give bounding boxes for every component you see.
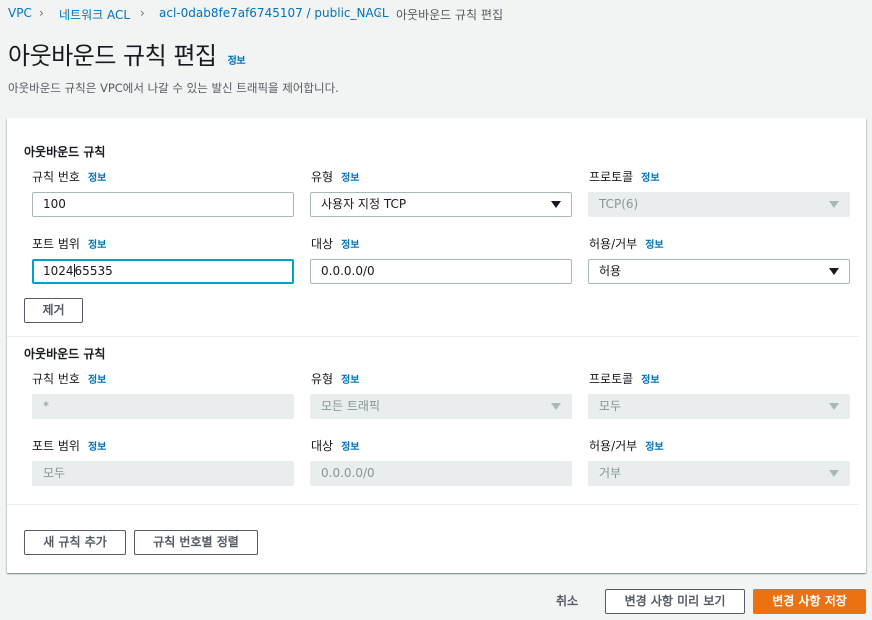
label-text: 유형: [311, 170, 334, 184]
port-range-label: 포트 범위 정보: [32, 437, 106, 454]
divider: [7, 504, 859, 505]
allow-deny-select[interactable]: 허용: [588, 259, 850, 284]
allow-deny-select-value: 거부: [599, 466, 622, 480]
protocol-select: TCP(6): [588, 192, 850, 217]
chevron-right-icon: ›: [377, 6, 382, 20]
label-text: 프로토콜: [589, 372, 634, 386]
breadcrumb-network-acl[interactable]: 네트워크 ACL: [59, 6, 130, 23]
rule-number-input[interactable]: 100: [32, 192, 294, 217]
info-link[interactable]: 정보: [341, 240, 359, 251]
chevron-right-icon: ›: [140, 6, 145, 20]
destination-input[interactable]: 0.0.0.0/0: [310, 259, 572, 284]
breadcrumb-acl-id[interactable]: acl-0dab8fe7af6745107 / public_NACL: [159, 6, 389, 20]
port-range-input[interactable]: 102465535: [32, 259, 294, 284]
allow-deny-select: 거부: [588, 461, 850, 486]
info-link[interactable]: 정보: [88, 442, 106, 453]
label-text: 포트 범위: [32, 237, 80, 251]
page-title: 아웃바운드 규칙 편집 정보: [8, 36, 246, 71]
caret-down-icon: [551, 403, 561, 410]
protocol-label: 프로토콜 정보: [589, 168, 660, 185]
section-title: 아웃바운드 규칙: [24, 347, 106, 361]
info-link[interactable]: 정보: [645, 240, 663, 251]
protocol-select-value: TCP(6): [599, 197, 639, 211]
info-link[interactable]: 정보: [645, 442, 663, 453]
destination-label: 대상 정보: [311, 437, 360, 454]
type-select[interactable]: 사용자 지정 TCP: [310, 192, 572, 217]
caret-down-icon: [551, 201, 561, 208]
allow-deny-select-value: 허용: [599, 264, 622, 278]
info-link[interactable]: 정보: [341, 375, 359, 386]
save-changes-button[interactable]: 변경 사항 저장: [753, 589, 866, 614]
allow-deny-label: 허용/거부 정보: [589, 235, 664, 252]
preview-changes-button[interactable]: 변경 사항 미리 보기: [605, 589, 745, 614]
port-range-input: 모두: [32, 461, 294, 486]
label-text: 대상: [311, 237, 334, 251]
caret-down-icon: [829, 470, 839, 477]
info-link[interactable]: 정보: [341, 173, 359, 184]
label-text: 규칙 번호: [32, 170, 80, 184]
chevron-right-icon: ›: [39, 6, 44, 20]
caret-down-icon: [829, 201, 839, 208]
info-link[interactable]: 정보: [641, 173, 659, 184]
info-link[interactable]: 정보: [341, 442, 359, 453]
rule-number-label: 규칙 번호 정보: [32, 370, 106, 387]
type-select-value: 모든 트래픽: [321, 399, 381, 413]
info-link[interactable]: 정보: [88, 173, 106, 184]
rule-number-label: 규칙 번호 정보: [32, 168, 106, 185]
protocol-select-value: 모두: [599, 399, 622, 413]
label-text: 허용/거부: [589, 237, 638, 251]
breadcrumb-current: 아웃바운드 규칙 편집: [396, 8, 503, 22]
destination-input: 0.0.0.0/0: [310, 461, 572, 486]
port-range-text-start: 1024: [43, 264, 74, 278]
info-link[interactable]: 정보: [88, 240, 106, 251]
page-title-text: 아웃바운드 규칙 편집: [8, 42, 217, 70]
destination-label: 대상 정보: [311, 235, 360, 252]
sort-rules-button[interactable]: 규칙 번호별 정렬: [134, 530, 258, 555]
label-text: 유형: [311, 372, 334, 386]
port-range-label: 포트 범위 정보: [32, 235, 106, 252]
rule-number-input: *: [32, 394, 294, 419]
section-title: 아웃바운드 규칙: [24, 145, 106, 159]
port-range-text-end: 65535: [74, 264, 113, 278]
remove-button[interactable]: 제거: [24, 298, 83, 323]
page-description: 아웃바운드 규칙은 VPC에서 나갈 수 있는 발신 트래픽을 제어합니다.: [8, 81, 339, 95]
breadcrumb-vpc[interactable]: VPC: [8, 6, 32, 20]
protocol-select: 모두: [588, 394, 850, 419]
divider: [7, 336, 859, 337]
allow-deny-label: 허용/거부 정보: [589, 437, 664, 454]
label-text: 허용/거부: [589, 439, 638, 453]
label-text: 규칙 번호: [32, 372, 80, 386]
type-label: 유형 정보: [311, 168, 360, 185]
add-rule-button[interactable]: 새 규칙 추가: [24, 530, 126, 555]
caret-down-icon: [829, 268, 839, 275]
label-text: 대상: [311, 439, 334, 453]
label-text: 프로토콜: [589, 170, 634, 184]
info-link[interactable]: 정보: [88, 375, 106, 386]
type-select-value: 사용자 지정 TCP: [321, 197, 407, 211]
label-text: 포트 범위: [32, 439, 80, 453]
type-select: 모든 트래픽: [310, 394, 572, 419]
protocol-label: 프로토콜 정보: [589, 370, 660, 387]
type-label: 유형 정보: [311, 370, 360, 387]
info-link[interactable]: 정보: [228, 56, 246, 67]
caret-down-icon: [829, 403, 839, 410]
info-link[interactable]: 정보: [641, 375, 659, 386]
cancel-button[interactable]: 취소: [556, 592, 578, 609]
